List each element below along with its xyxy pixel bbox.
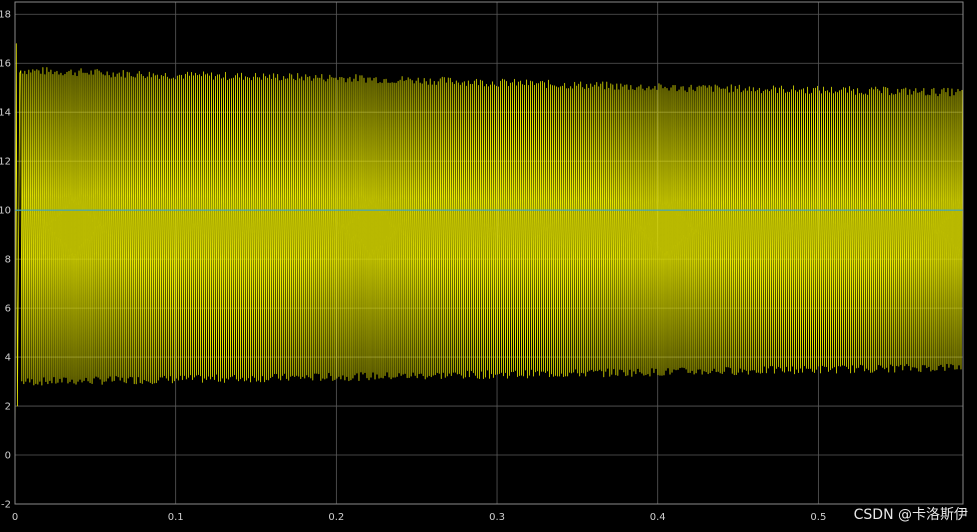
y-tick-label: 16 — [0, 59, 11, 70]
y-tick-label: 4 — [5, 353, 11, 364]
x-tick-label: 0.2 — [328, 512, 344, 523]
y-tick-label: 2 — [5, 402, 11, 413]
x-tick-label: 0.3 — [489, 512, 505, 523]
y-tick-label: 14 — [0, 108, 11, 119]
watermark: CSDN @卡洛斯伊 — [854, 507, 968, 523]
scope-chart: -2024681012141618 0 0.1 0.2 0.3 0.4 0.5 CSDN … — [0, 0, 977, 532]
y-tick-label: 18 — [0, 10, 11, 21]
y-tick-label: -2 — [1, 500, 11, 511]
y-tick-label: 8 — [5, 255, 11, 266]
y-tick-label: 6 — [5, 304, 11, 315]
y-tick-label: 10 — [0, 206, 11, 217]
y-tick-label: 12 — [0, 157, 11, 168]
y-tick-label: 0 — [5, 451, 11, 462]
x-tick-label: 0.4 — [650, 512, 666, 523]
x-tick-label: 0.1 — [168, 512, 184, 523]
x-tick-label: 0.5 — [810, 512, 826, 523]
x-tick-label: 0 — [12, 512, 18, 523]
